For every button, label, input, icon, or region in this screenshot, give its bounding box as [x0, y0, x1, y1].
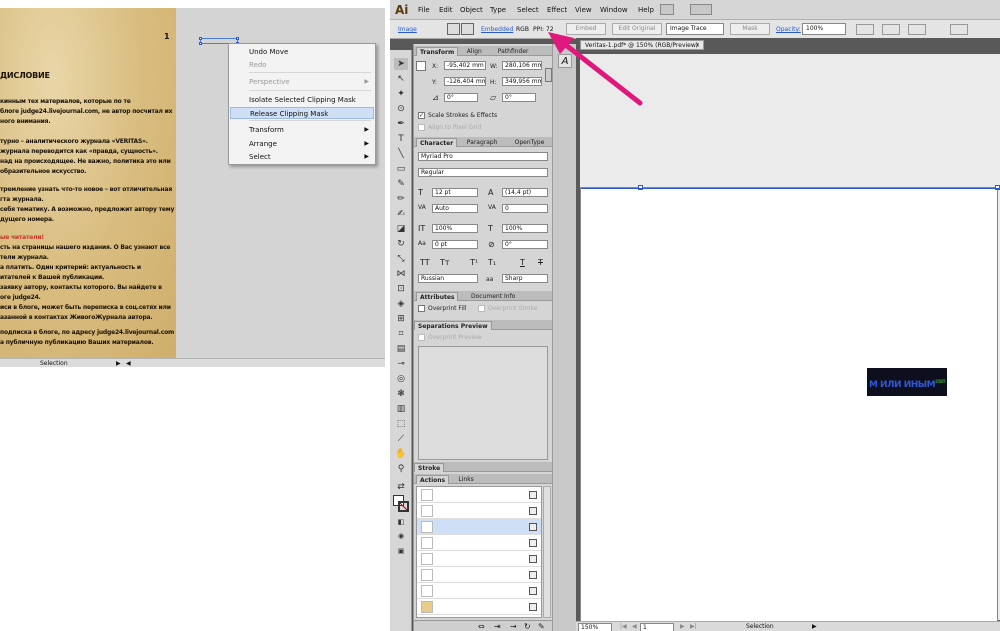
- annotation-arrow-icon: [548, 32, 643, 106]
